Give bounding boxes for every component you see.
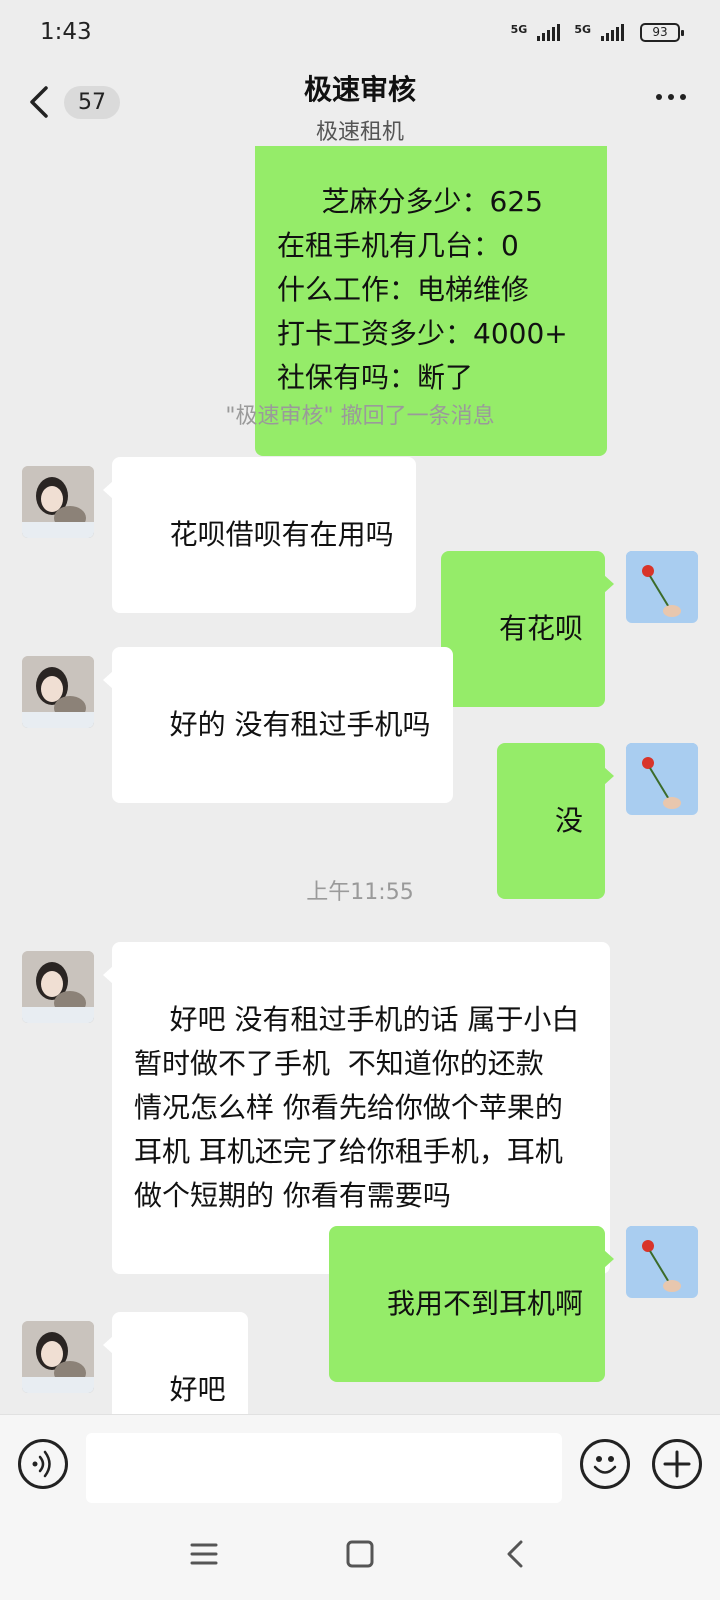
more-dots-icon[interactable] [656, 94, 686, 100]
chat-title-block: 极速审核 极速租机 [0, 68, 720, 146]
message-text: 没 [554, 804, 583, 837]
battery-icon: 93 [640, 22, 684, 42]
message-bubble-incoming[interactable]: 好吧 [103, 1312, 248, 1414]
message-text: 有花呗 [498, 612, 583, 645]
battery-level: 93 [652, 25, 668, 39]
contact-avatar[interactable] [22, 1321, 94, 1393]
avatar-image [626, 743, 698, 815]
message-text: 我用不到耳机啊 [386, 1287, 583, 1320]
avatar-image [22, 466, 94, 538]
message-bubble-outgoing[interactable]: 我用不到耳机啊 [329, 1226, 614, 1382]
message-text: 花呗借呗有在用吗 [169, 518, 394, 551]
message-text: 好的 没有租过手机吗 [169, 708, 431, 741]
message-text: 芝麻分多少：625 在租手机有几台：0 什么工作：电梯维修 打卡工资多少：400… [277, 185, 568, 394]
signal-icon [537, 23, 561, 41]
avatar-image [22, 951, 94, 1023]
timestamp: 上午11:55 [306, 880, 414, 905]
status-icons: 5G 5G 93 [510, 22, 684, 42]
network-type-1: 5G [510, 22, 528, 36]
avatar-image [22, 1321, 94, 1393]
chat-header: 57 极速审核 极速租机 [0, 64, 720, 146]
system-navigation-bar [0, 1510, 720, 1600]
avatar-image [626, 1226, 698, 1298]
contact-avatar[interactable] [22, 466, 94, 538]
message-text: 好吧 没有租过手机的话 属于小白 暂时做不了手机 不知道你的还款 情况怎么样 你… [134, 1003, 580, 1212]
avatar-image [22, 656, 94, 728]
message-list[interactable]: 芝麻分多少：625 在租手机有几台：0 什么工作：电梯维修 打卡工资多少：400… [0, 146, 720, 1414]
plus-glyph [663, 1450, 691, 1478]
voice-icon[interactable] [18, 1439, 68, 1489]
status-bar: 1:43 5G 5G 93 [0, 0, 720, 64]
home-square-icon[interactable] [342, 1536, 378, 1572]
back-triangle-icon[interactable] [498, 1536, 534, 1572]
contact-avatar[interactable] [22, 656, 94, 728]
message-bubble-incoming[interactable]: 好的 没有租过手机吗 [103, 647, 453, 803]
avatar-image [626, 551, 698, 623]
message-input[interactable] [86, 1433, 562, 1503]
emoji-icon[interactable] [580, 1439, 630, 1489]
message-text: 好吧 [169, 1373, 226, 1406]
self-avatar[interactable] [626, 743, 698, 815]
voice-waves [32, 1450, 51, 1478]
self-avatar[interactable] [626, 1226, 698, 1298]
contact-avatar[interactable] [22, 951, 94, 1023]
recall-notice: "极速审核" 撤回了一条消息 [225, 404, 495, 429]
input-toolbar [0, 1414, 720, 1510]
message-bubble-incoming[interactable]: 好吧 没有租过手机的话 属于小白 暂时做不了手机 不知道你的还款 情况怎么样 你… [103, 942, 610, 1274]
message-bubble-incoming[interactable]: 花呗借呗有在用吗 [103, 457, 416, 613]
status-time: 1:43 [40, 19, 92, 45]
chat-subtitle: 极速租机 [315, 120, 404, 145]
self-avatar[interactable] [626, 551, 698, 623]
signal-icon [601, 23, 624, 41]
emoji-face [593, 1456, 617, 1474]
plus-icon[interactable] [652, 1439, 702, 1489]
chat-title: 极速审核 [303, 73, 416, 106]
message-bubble-outgoing[interactable]: 有花呗 [441, 551, 614, 707]
network-type-2: 5G [574, 22, 591, 36]
menu-icon[interactable] [186, 1536, 222, 1572]
